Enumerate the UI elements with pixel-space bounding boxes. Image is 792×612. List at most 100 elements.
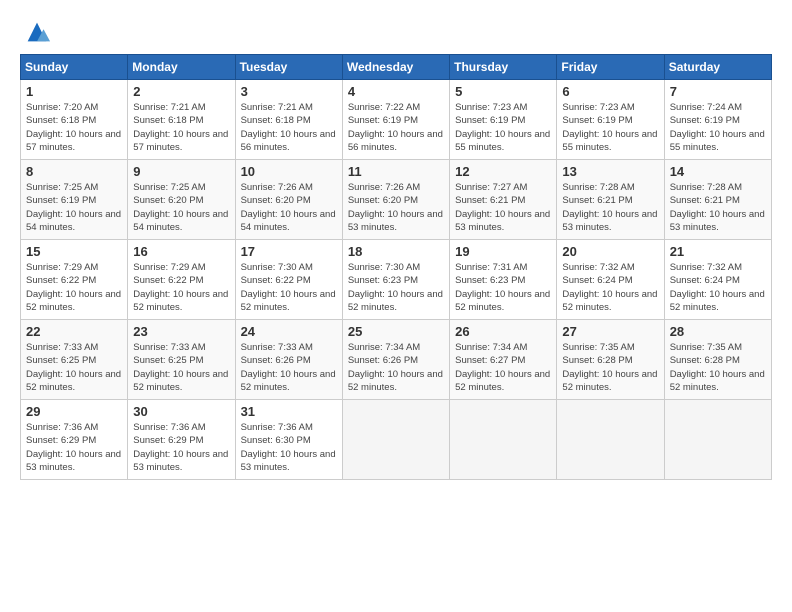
calendar-header-thursday: Thursday <box>450 55 557 80</box>
calendar-cell: 19 Sunrise: 7:31 AM Sunset: 6:23 PM Dayl… <box>450 240 557 320</box>
header <box>20 18 772 46</box>
day-number: 12 <box>455 164 552 179</box>
day-detail: Sunrise: 7:32 AM Sunset: 6:24 PM Dayligh… <box>670 261 767 314</box>
day-detail: Sunrise: 7:28 AM Sunset: 6:21 PM Dayligh… <box>670 181 767 234</box>
day-number: 27 <box>562 324 659 339</box>
calendar-cell: 26 Sunrise: 7:34 AM Sunset: 6:27 PM Dayl… <box>450 320 557 400</box>
day-detail: Sunrise: 7:23 AM Sunset: 6:19 PM Dayligh… <box>455 101 552 154</box>
day-number: 13 <box>562 164 659 179</box>
logo-icon <box>23 18 51 46</box>
calendar-cell: 31 Sunrise: 7:36 AM Sunset: 6:30 PM Dayl… <box>235 400 342 480</box>
day-number: 31 <box>241 404 338 419</box>
calendar-cell: 5 Sunrise: 7:23 AM Sunset: 6:19 PM Dayli… <box>450 80 557 160</box>
day-number: 22 <box>26 324 123 339</box>
day-number: 23 <box>133 324 230 339</box>
day-number: 5 <box>455 84 552 99</box>
day-number: 28 <box>670 324 767 339</box>
calendar-cell: 6 Sunrise: 7:23 AM Sunset: 6:19 PM Dayli… <box>557 80 664 160</box>
calendar-cell: 14 Sunrise: 7:28 AM Sunset: 6:21 PM Dayl… <box>664 160 771 240</box>
day-detail: Sunrise: 7:34 AM Sunset: 6:26 PM Dayligh… <box>348 341 445 394</box>
day-detail: Sunrise: 7:33 AM Sunset: 6:25 PM Dayligh… <box>133 341 230 394</box>
day-detail: Sunrise: 7:29 AM Sunset: 6:22 PM Dayligh… <box>133 261 230 314</box>
calendar-cell: 22 Sunrise: 7:33 AM Sunset: 6:25 PM Dayl… <box>21 320 128 400</box>
day-detail: Sunrise: 7:21 AM Sunset: 6:18 PM Dayligh… <box>133 101 230 154</box>
day-detail: Sunrise: 7:30 AM Sunset: 6:23 PM Dayligh… <box>348 261 445 314</box>
calendar-cell: 10 Sunrise: 7:26 AM Sunset: 6:20 PM Dayl… <box>235 160 342 240</box>
day-number: 7 <box>670 84 767 99</box>
day-number: 26 <box>455 324 552 339</box>
calendar-cell: 21 Sunrise: 7:32 AM Sunset: 6:24 PM Dayl… <box>664 240 771 320</box>
day-detail: Sunrise: 7:26 AM Sunset: 6:20 PM Dayligh… <box>348 181 445 234</box>
calendar-cell: 2 Sunrise: 7:21 AM Sunset: 6:18 PM Dayli… <box>128 80 235 160</box>
calendar-cell: 9 Sunrise: 7:25 AM Sunset: 6:20 PM Dayli… <box>128 160 235 240</box>
calendar-header-row: SundayMondayTuesdayWednesdayThursdayFrid… <box>21 55 772 80</box>
day-number: 9 <box>133 164 230 179</box>
day-number: 24 <box>241 324 338 339</box>
calendar-cell: 18 Sunrise: 7:30 AM Sunset: 6:23 PM Dayl… <box>342 240 449 320</box>
day-number: 10 <box>241 164 338 179</box>
calendar-cell: 23 Sunrise: 7:33 AM Sunset: 6:25 PM Dayl… <box>128 320 235 400</box>
calendar-cell: 28 Sunrise: 7:35 AM Sunset: 6:28 PM Dayl… <box>664 320 771 400</box>
day-number: 30 <box>133 404 230 419</box>
day-number: 1 <box>26 84 123 99</box>
day-detail: Sunrise: 7:36 AM Sunset: 6:29 PM Dayligh… <box>133 421 230 474</box>
day-number: 14 <box>670 164 767 179</box>
day-detail: Sunrise: 7:22 AM Sunset: 6:19 PM Dayligh… <box>348 101 445 154</box>
day-number: 16 <box>133 244 230 259</box>
calendar-cell: 25 Sunrise: 7:34 AM Sunset: 6:26 PM Dayl… <box>342 320 449 400</box>
calendar-cell: 29 Sunrise: 7:36 AM Sunset: 6:29 PM Dayl… <box>21 400 128 480</box>
day-number: 19 <box>455 244 552 259</box>
calendar-header-saturday: Saturday <box>664 55 771 80</box>
day-detail: Sunrise: 7:33 AM Sunset: 6:26 PM Dayligh… <box>241 341 338 394</box>
calendar-week-1: 1 Sunrise: 7:20 AM Sunset: 6:18 PM Dayli… <box>21 80 772 160</box>
calendar-cell: 15 Sunrise: 7:29 AM Sunset: 6:22 PM Dayl… <box>21 240 128 320</box>
day-detail: Sunrise: 7:31 AM Sunset: 6:23 PM Dayligh… <box>455 261 552 314</box>
day-detail: Sunrise: 7:36 AM Sunset: 6:30 PM Dayligh… <box>241 421 338 474</box>
day-detail: Sunrise: 7:27 AM Sunset: 6:21 PM Dayligh… <box>455 181 552 234</box>
calendar-cell: 12 Sunrise: 7:27 AM Sunset: 6:21 PM Dayl… <box>450 160 557 240</box>
calendar-cell <box>664 400 771 480</box>
calendar-cell: 1 Sunrise: 7:20 AM Sunset: 6:18 PM Dayli… <box>21 80 128 160</box>
day-number: 18 <box>348 244 445 259</box>
calendar-cell: 8 Sunrise: 7:25 AM Sunset: 6:19 PM Dayli… <box>21 160 128 240</box>
day-number: 4 <box>348 84 445 99</box>
day-number: 11 <box>348 164 445 179</box>
day-detail: Sunrise: 7:21 AM Sunset: 6:18 PM Dayligh… <box>241 101 338 154</box>
day-number: 20 <box>562 244 659 259</box>
day-detail: Sunrise: 7:34 AM Sunset: 6:27 PM Dayligh… <box>455 341 552 394</box>
day-number: 17 <box>241 244 338 259</box>
calendar-cell: 30 Sunrise: 7:36 AM Sunset: 6:29 PM Dayl… <box>128 400 235 480</box>
logo <box>20 18 51 46</box>
day-detail: Sunrise: 7:25 AM Sunset: 6:19 PM Dayligh… <box>26 181 123 234</box>
day-number: 15 <box>26 244 123 259</box>
calendar-week-4: 22 Sunrise: 7:33 AM Sunset: 6:25 PM Dayl… <box>21 320 772 400</box>
calendar-header-tuesday: Tuesday <box>235 55 342 80</box>
day-detail: Sunrise: 7:30 AM Sunset: 6:22 PM Dayligh… <box>241 261 338 314</box>
calendar-week-5: 29 Sunrise: 7:36 AM Sunset: 6:29 PM Dayl… <box>21 400 772 480</box>
calendar-cell <box>450 400 557 480</box>
page: SundayMondayTuesdayWednesdayThursdayFrid… <box>0 0 792 612</box>
calendar-cell: 7 Sunrise: 7:24 AM Sunset: 6:19 PM Dayli… <box>664 80 771 160</box>
calendar-cell: 24 Sunrise: 7:33 AM Sunset: 6:26 PM Dayl… <box>235 320 342 400</box>
calendar-week-2: 8 Sunrise: 7:25 AM Sunset: 6:19 PM Dayli… <box>21 160 772 240</box>
calendar-cell: 17 Sunrise: 7:30 AM Sunset: 6:22 PM Dayl… <box>235 240 342 320</box>
calendar-cell <box>342 400 449 480</box>
day-number: 21 <box>670 244 767 259</box>
day-detail: Sunrise: 7:26 AM Sunset: 6:20 PM Dayligh… <box>241 181 338 234</box>
calendar-cell <box>557 400 664 480</box>
day-detail: Sunrise: 7:25 AM Sunset: 6:20 PM Dayligh… <box>133 181 230 234</box>
day-detail: Sunrise: 7:23 AM Sunset: 6:19 PM Dayligh… <box>562 101 659 154</box>
calendar-header-friday: Friday <box>557 55 664 80</box>
day-detail: Sunrise: 7:29 AM Sunset: 6:22 PM Dayligh… <box>26 261 123 314</box>
day-number: 8 <box>26 164 123 179</box>
calendar-header-sunday: Sunday <box>21 55 128 80</box>
calendar-cell: 4 Sunrise: 7:22 AM Sunset: 6:19 PM Dayli… <box>342 80 449 160</box>
day-number: 3 <box>241 84 338 99</box>
calendar-cell: 16 Sunrise: 7:29 AM Sunset: 6:22 PM Dayl… <box>128 240 235 320</box>
calendar-week-3: 15 Sunrise: 7:29 AM Sunset: 6:22 PM Dayl… <box>21 240 772 320</box>
calendar-cell: 11 Sunrise: 7:26 AM Sunset: 6:20 PM Dayl… <box>342 160 449 240</box>
day-detail: Sunrise: 7:33 AM Sunset: 6:25 PM Dayligh… <box>26 341 123 394</box>
calendar: SundayMondayTuesdayWednesdayThursdayFrid… <box>20 54 772 480</box>
calendar-header-monday: Monday <box>128 55 235 80</box>
day-detail: Sunrise: 7:36 AM Sunset: 6:29 PM Dayligh… <box>26 421 123 474</box>
